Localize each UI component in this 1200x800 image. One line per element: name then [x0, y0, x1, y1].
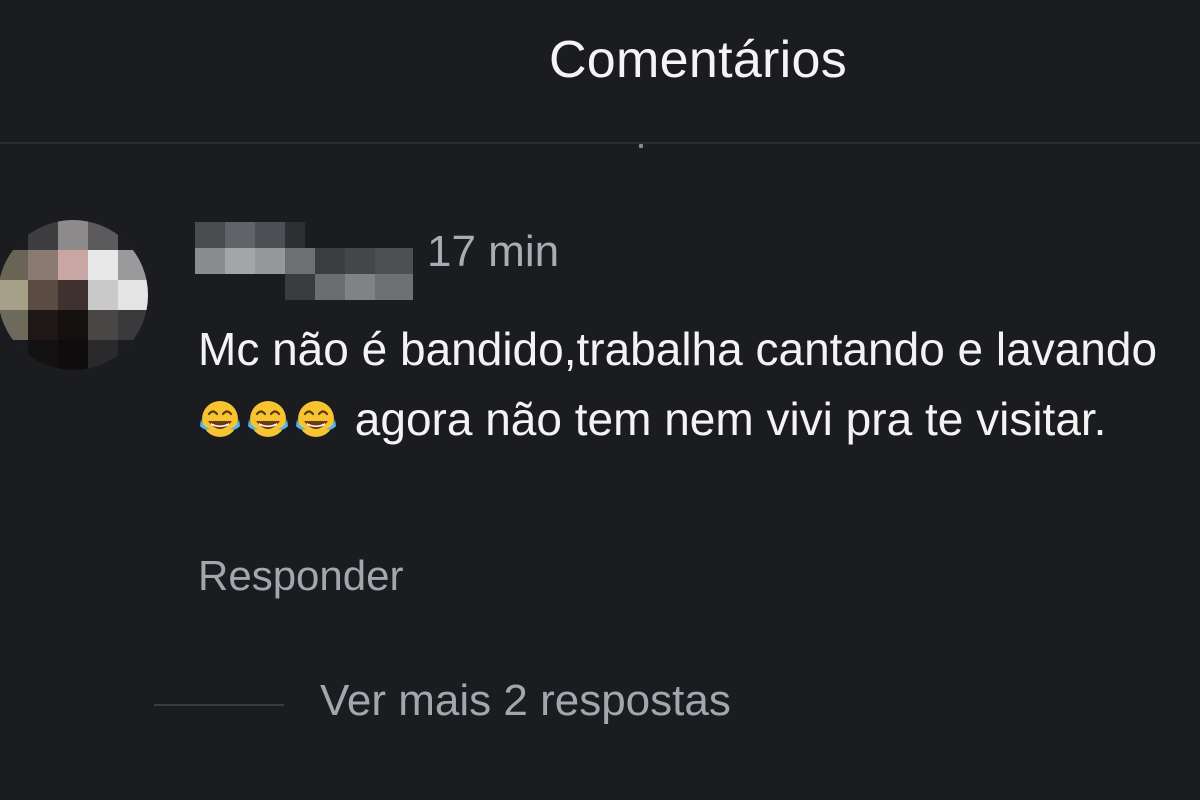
comment-text: Mc não é bandido,trabalha cantando e lav…: [198, 314, 1188, 454]
reply-button[interactable]: Responder: [198, 552, 403, 600]
comment-timestamp: 17 min: [427, 227, 560, 276]
replies-divider-line: [154, 704, 284, 706]
comment-text-part1: Mc não é bandido,trabalha cantando e lav…: [198, 323, 1158, 375]
scroll-indicator: [639, 144, 643, 148]
view-more-replies[interactable]: Ver mais 2 respostas: [0, 674, 1200, 734]
view-more-replies-label[interactable]: Ver mais 2 respostas: [320, 676, 731, 726]
avatar[interactable]: [0, 220, 148, 370]
header-divider: [0, 142, 1200, 144]
comments-header: Comentários: [0, 0, 1200, 142]
comment-item: 17 min Mc não é bandido,trabalha cantand…: [0, 150, 1200, 670]
username-redacted[interactable]: [195, 222, 415, 300]
face-with-tears-of-joy-emoji: [296, 401, 336, 437]
face-with-tears-of-joy-emoji: [200, 401, 240, 437]
face-with-tears-of-joy-emoji: [248, 401, 288, 437]
comment-text-part2: agora não tem nem vivi pra te visitar.: [342, 393, 1107, 445]
page-title: Comentários: [548, 31, 848, 89]
emoji-group: [198, 393, 342, 445]
